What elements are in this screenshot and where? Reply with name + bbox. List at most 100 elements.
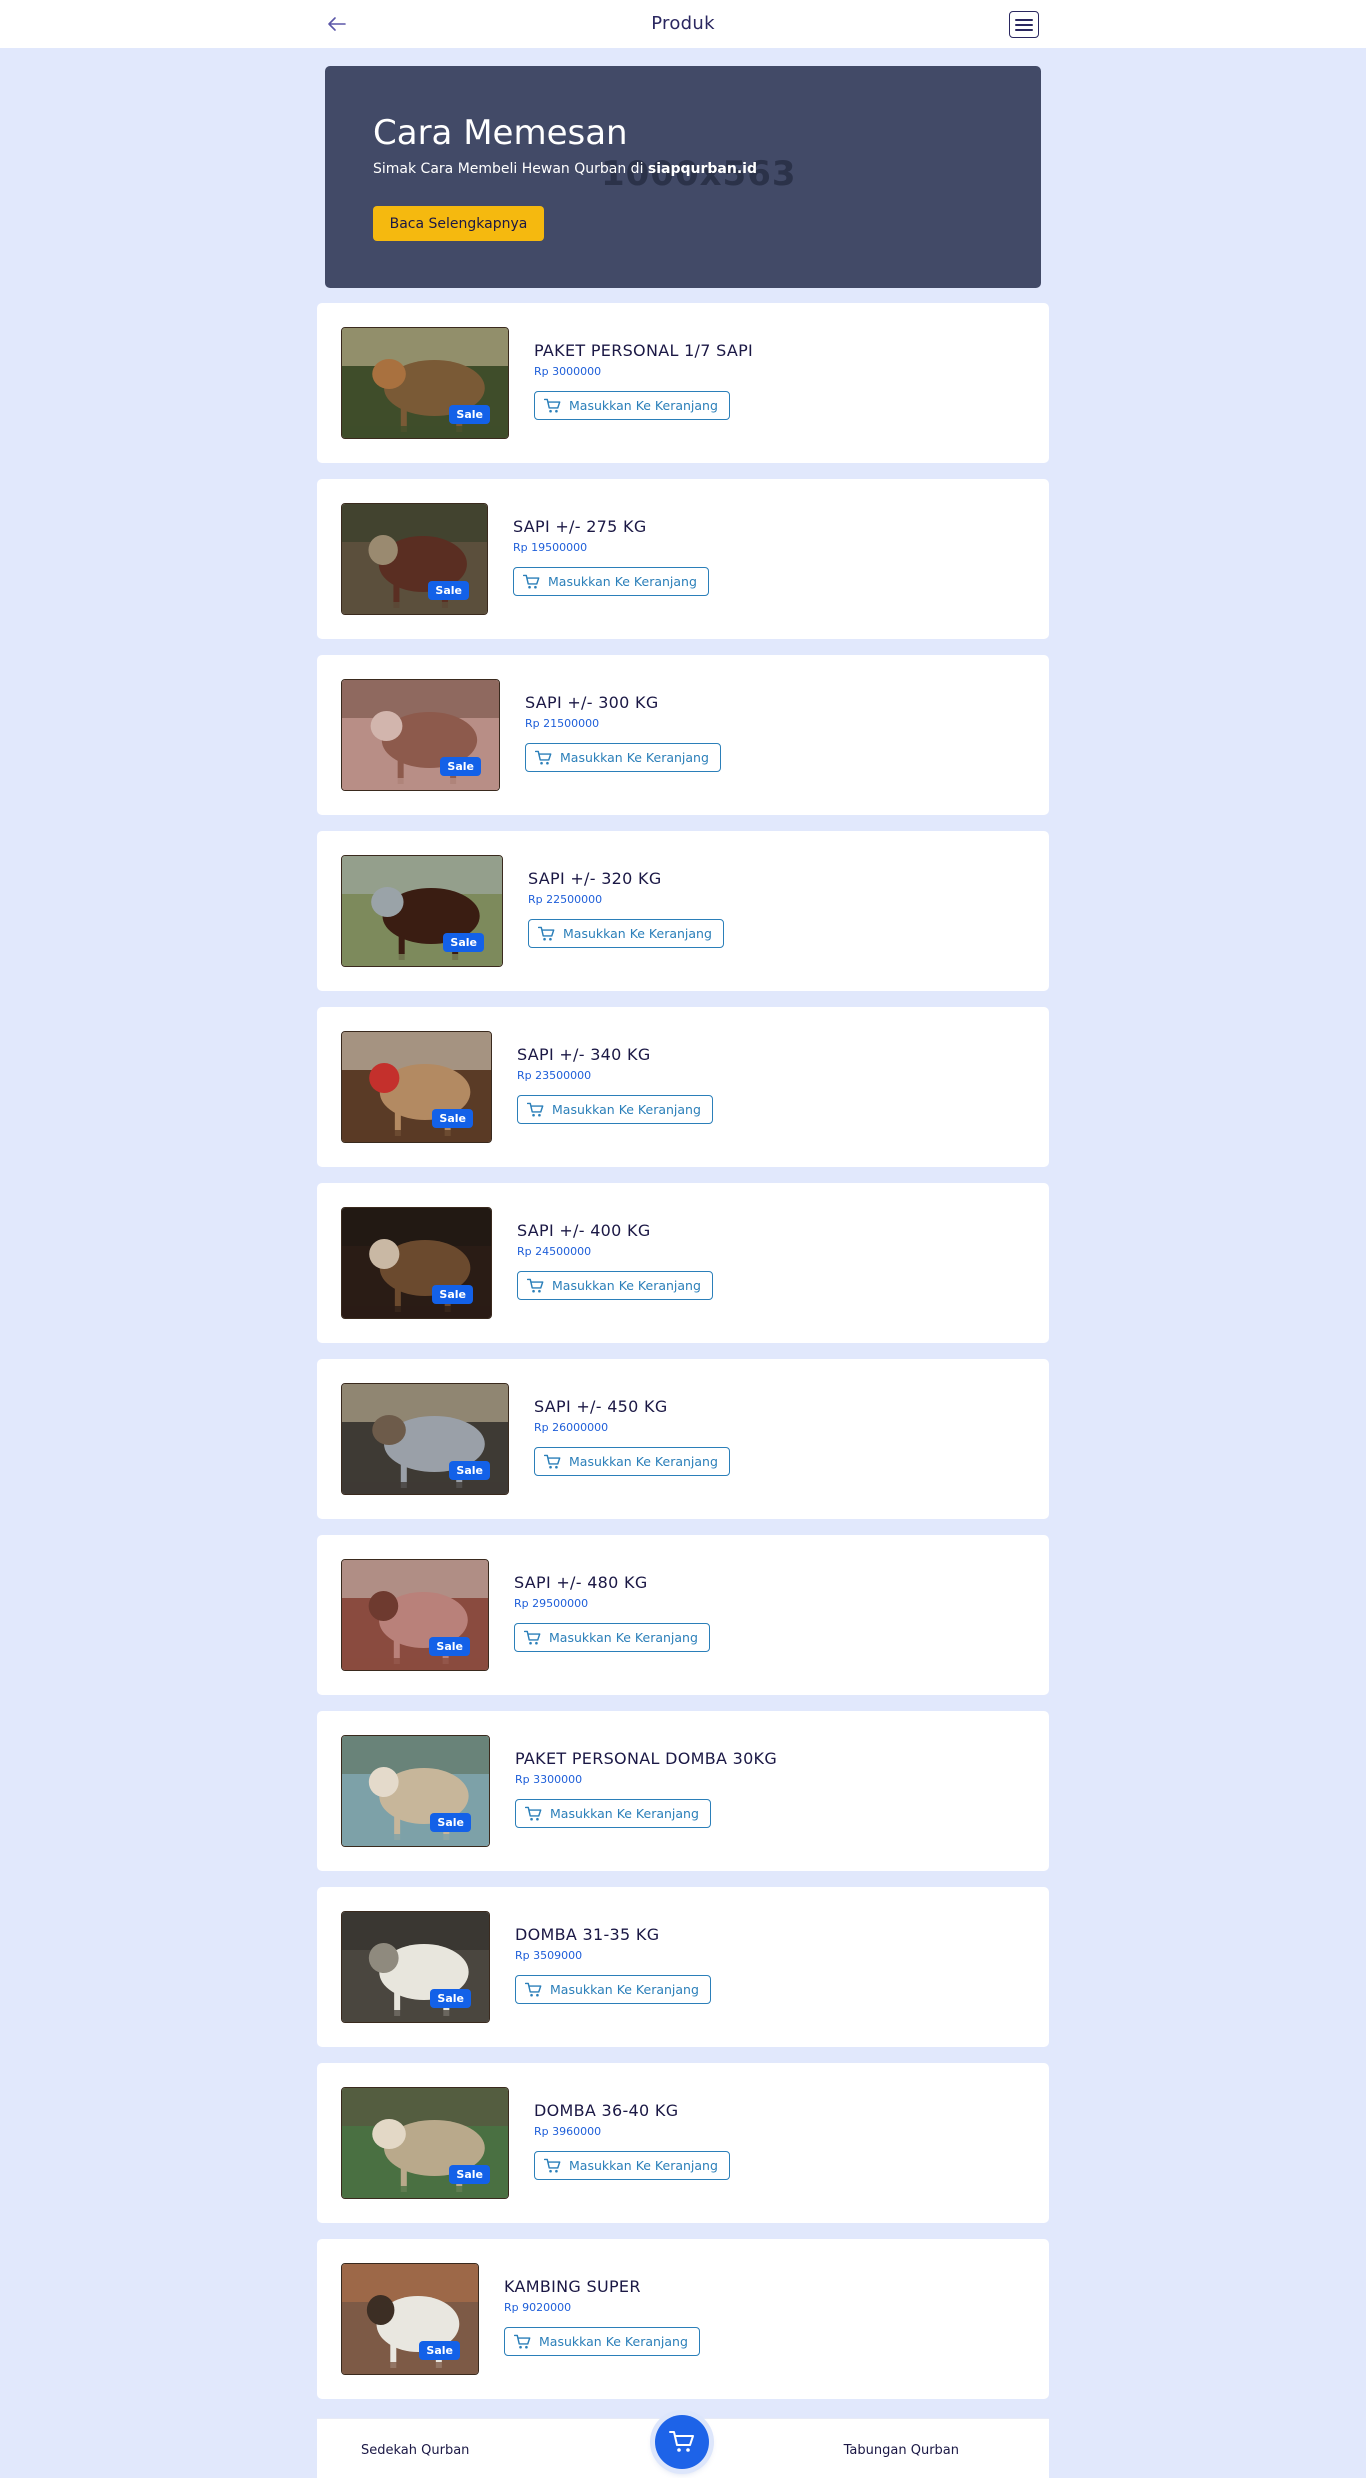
product-image[interactable]: Sale — [341, 1911, 490, 2023]
add-to-cart-label: Masukkan Ke Keranjang — [550, 1806, 699, 1821]
product-list: Sale PAKET PERSONAL 1/7 SAPI Rp 3000000 Mas… — [317, 303, 1049, 2415]
add-to-cart-button[interactable]: Masukkan Ke Keranjang — [513, 567, 709, 596]
product-name[interactable]: PAKET PERSONAL DOMBA 30KG — [515, 1749, 777, 1768]
how-to-order-banner: 1000x563 Cara Memesan Simak Cara Membeli… — [325, 66, 1041, 288]
product-price: Rp 21500000 — [525, 717, 600, 730]
product-image[interactable]: Sale — [341, 503, 488, 615]
product-card: Sale PAKET PERSONAL 1/7 SAPI Rp 3000000 Mas… — [317, 303, 1049, 463]
nav-tabungan-qurban[interactable]: Tabungan Qurban — [844, 2443, 959, 2458]
product-info: DOMBA 36-40 KG Rp 3960000 Masukkan Ke Kera… — [534, 2101, 730, 2180]
sale-badge: Sale — [428, 581, 469, 600]
bottom-nav: Sedekah Qurban Tabungan Qurban — [317, 2415, 1049, 2478]
menu-button[interactable] — [1009, 11, 1039, 38]
product-info: SAPI +/- 480 KG Rp 29500000 Masukkan Ke Ke… — [514, 1573, 710, 1652]
product-name[interactable]: KAMBING SUPER — [504, 2277, 700, 2296]
sale-badge: Sale — [449, 2165, 490, 2184]
product-name[interactable]: DOMBA 36-40 KG — [534, 2101, 730, 2120]
product-card: Sale SAPI +/- 400 KG Rp 24500000 Masukkan K… — [317, 1183, 1049, 1343]
top-bar: Produk — [0, 0, 1366, 48]
product-price: Rp 29500000 — [514, 1597, 589, 1610]
product-price: Rp 9020000 — [504, 2301, 572, 2314]
banner-title: Cara Memesan — [373, 113, 628, 153]
product-card: Sale DOMBA 31-35 KG Rp 3509000 Masukkan Ke … — [317, 1887, 1049, 2047]
product-image[interactable]: Sale — [341, 855, 503, 967]
add-to-cart-label: Masukkan Ke Keranjang — [563, 926, 712, 941]
add-to-cart-button[interactable]: Masukkan Ke Keranjang — [534, 391, 730, 420]
sale-badge: Sale — [449, 405, 490, 424]
product-image[interactable]: Sale — [341, 1207, 492, 1319]
product-card: Sale SAPI +/- 450 KG Rp 26000000 Masukkan K… — [317, 1359, 1049, 1519]
sale-badge: Sale — [419, 2341, 460, 2360]
product-name[interactable]: SAPI +/- 340 KG — [517, 1045, 713, 1064]
product-image[interactable]: Sale — [341, 1559, 489, 1671]
product-price: Rp 24500000 — [517, 1245, 592, 1258]
product-info: SAPI +/- 300 KG Rp 21500000 Masukkan Ke Ke… — [525, 693, 721, 772]
product-name[interactable]: SAPI +/- 300 KG — [525, 693, 721, 712]
cart-icon — [514, 2334, 531, 2349]
product-image[interactable]: Sale — [341, 1031, 492, 1143]
product-image[interactable]: Sale — [341, 1383, 509, 1495]
add-to-cart-button[interactable]: Masukkan Ke Keranjang — [514, 1623, 710, 1652]
add-to-cart-button[interactable]: Masukkan Ke Keranjang — [515, 1799, 711, 1828]
product-info: PAKET PERSONAL DOMBA 30KG Rp 3300000 Masuk… — [515, 1749, 777, 1828]
add-to-cart-button[interactable]: Masukkan Ke Keranjang — [517, 1095, 713, 1124]
read-more-button[interactable]: Baca Selengkapnya — [373, 206, 544, 241]
product-image[interactable]: Sale — [341, 679, 500, 791]
product-price: Rp 3509000 — [515, 1949, 583, 1962]
add-to-cart-label: Masukkan Ke Keranjang — [549, 1630, 698, 1645]
add-to-cart-label: Masukkan Ke Keranjang — [548, 574, 697, 589]
add-to-cart-label: Masukkan Ke Keranjang — [560, 750, 709, 765]
product-price: Rp 19500000 — [513, 541, 588, 554]
banner-subtitle-text: Simak Cara Membeli Hewan Qurban di — [373, 161, 648, 177]
product-name[interactable]: SAPI +/- 400 KG — [517, 1221, 713, 1240]
product-info: SAPI +/- 340 KG Rp 23500000 Masukkan Ke Ke… — [517, 1045, 713, 1124]
nav-sedekah-qurban[interactable]: Sedekah Qurban — [361, 2443, 469, 2458]
product-card: Sale PAKET PERSONAL DOMBA 30KG Rp 3300000 M… — [317, 1711, 1049, 1871]
product-image[interactable]: Sale — [341, 2263, 479, 2375]
cart-icon — [669, 2431, 694, 2452]
cart-icon — [525, 1806, 542, 1821]
add-to-cart-button[interactable]: Masukkan Ke Keranjang — [528, 919, 724, 948]
product-price: Rp 22500000 — [528, 893, 603, 906]
add-to-cart-button[interactable]: Masukkan Ke Keranjang — [515, 1975, 711, 2004]
add-to-cart-button[interactable]: Masukkan Ke Keranjang — [525, 743, 721, 772]
product-name[interactable]: SAPI +/- 450 KG — [534, 1397, 730, 1416]
product-card: Sale KAMBING SUPER Rp 9020000 Masukkan Ke K… — [317, 2239, 1049, 2399]
add-to-cart-button[interactable]: Masukkan Ke Keranjang — [504, 2327, 700, 2356]
product-card: Sale SAPI +/- 340 KG Rp 23500000 Masukkan K… — [317, 1007, 1049, 1167]
sale-badge: Sale — [430, 1813, 471, 1832]
sale-badge: Sale — [432, 1285, 473, 1304]
page-title: Produk — [651, 13, 715, 34]
product-name[interactable]: PAKET PERSONAL 1/7 SAPI — [534, 341, 753, 360]
product-name[interactable]: SAPI +/- 480 KG — [514, 1573, 710, 1592]
cart-fab-button[interactable] — [655, 2415, 709, 2469]
add-to-cart-button[interactable]: Masukkan Ke Keranjang — [534, 2151, 730, 2180]
cart-icon — [535, 750, 552, 765]
product-name[interactable]: SAPI +/- 275 KG — [513, 517, 709, 536]
add-to-cart-label: Masukkan Ke Keranjang — [550, 1982, 699, 1997]
product-name[interactable]: DOMBA 31-35 KG — [515, 1925, 711, 1944]
product-image[interactable]: Sale — [341, 2087, 509, 2199]
banner-subtitle: Simak Cara Membeli Hewan Qurban di siapq… — [373, 161, 757, 177]
cart-icon — [525, 1982, 542, 1997]
product-info: SAPI +/- 275 KG Rp 19500000 Masukkan Ke Ke… — [513, 517, 709, 596]
add-to-cart-label: Masukkan Ke Keranjang — [569, 2158, 718, 2173]
product-card: Sale SAPI +/- 275 KG Rp 19500000 Masukkan K… — [317, 479, 1049, 639]
product-price: Rp 23500000 — [517, 1069, 592, 1082]
product-price: Rp 3960000 — [534, 2125, 602, 2138]
sale-badge: Sale — [430, 1989, 471, 2008]
product-card: Sale SAPI +/- 480 KG Rp 29500000 Masukkan K… — [317, 1535, 1049, 1695]
add-to-cart-button[interactable]: Masukkan Ke Keranjang — [534, 1447, 730, 1476]
product-price: Rp 3000000 — [534, 365, 602, 378]
hamburger-icon — [1015, 18, 1033, 31]
product-image[interactable]: Sale — [341, 327, 509, 439]
cart-icon — [544, 1454, 561, 1469]
product-image[interactable]: Sale — [341, 1735, 490, 1847]
add-to-cart-label: Masukkan Ke Keranjang — [539, 2334, 688, 2349]
product-name[interactable]: SAPI +/- 320 KG — [528, 869, 724, 888]
sale-badge: Sale — [449, 1461, 490, 1480]
add-to-cart-button[interactable]: Masukkan Ke Keranjang — [517, 1271, 713, 1300]
cart-icon — [523, 574, 540, 589]
product-info: PAKET PERSONAL 1/7 SAPI Rp 3000000 Masukka… — [534, 341, 753, 420]
product-card: Sale SAPI +/- 300 KG Rp 21500000 Masukkan K… — [317, 655, 1049, 815]
